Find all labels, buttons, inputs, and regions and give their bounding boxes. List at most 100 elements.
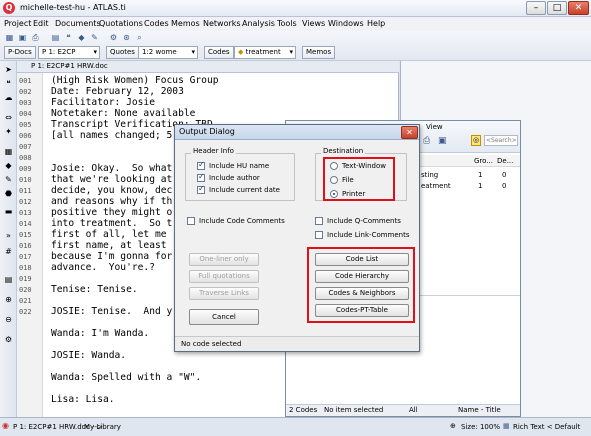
column-grounded[interactable]: Gro... (474, 157, 493, 165)
view-toggle-icon[interactable]: ▣ (438, 136, 447, 146)
close-button[interactable]: ✕ (568, 1, 589, 15)
document-icon[interactable]: ▤ (3, 275, 14, 285)
quotes-button[interactable]: Quotes (106, 46, 139, 59)
column-density[interactable]: De... (497, 157, 513, 165)
pdocs-select[interactable]: P 1: E2CP ▾ (38, 46, 100, 59)
quotes-select[interactable]: 1:2 wome ▾ (138, 46, 198, 59)
include-q-comments-checkbox[interactable] (315, 217, 323, 225)
full-quotations-button[interactable]: Full quotations (189, 270, 259, 283)
traverse-links-button[interactable]: Traverse Links (189, 287, 259, 300)
numbers-icon[interactable]: # (3, 247, 14, 257)
menu-analysis[interactable]: Analysis (242, 19, 275, 28)
document-line: JOSIE: Wanda. (51, 350, 127, 361)
zoom-icon[interactable]: ⊕ (3, 295, 14, 305)
include-author-checkbox[interactable] (197, 172, 205, 182)
new-icon[interactable]: ▦ (4, 33, 15, 43)
list-icon[interactable]: ▦ (3, 147, 14, 157)
zoom-out-icon[interactable]: ⊖ (3, 315, 14, 325)
minimize-button[interactable]: – (526, 1, 546, 15)
code-row-name[interactable]: eatment (421, 182, 451, 190)
code-row-grounded: 1 (478, 171, 483, 179)
menu-views[interactable]: Views (302, 19, 325, 28)
print-icon[interactable]: ⎙ (423, 136, 430, 146)
codes-button[interactable]: Codes (204, 46, 234, 59)
search-icon[interactable]: ⌕ (134, 33, 145, 43)
code-icon[interactable]: ◆ (76, 33, 87, 43)
dialog-status-bar: No code selected (175, 336, 419, 351)
quote-icon[interactable]: ❝ (63, 33, 74, 43)
menu-project[interactable]: Project (4, 19, 31, 28)
printer-radio[interactable] (330, 190, 338, 198)
menu-documents[interactable]: Documents (55, 19, 101, 28)
menu-edit[interactable]: Edit (33, 19, 49, 28)
save-icon[interactable]: ▣ (17, 33, 28, 43)
memo-icon[interactable]: ✎ (89, 33, 100, 43)
menu-memos[interactable]: Memos (171, 19, 200, 28)
query-icon[interactable]: ⊛ (121, 33, 132, 43)
atlas-ti-logo-icon: Q (3, 2, 15, 14)
search-input[interactable]: <Search> (484, 135, 518, 146)
one-liner-only-button[interactable]: One-liner only (189, 253, 259, 266)
include-link-comments-checkbox[interactable] (315, 231, 323, 239)
sort-status: Name - Title (458, 406, 501, 414)
code-list-button[interactable]: Code List (315, 253, 409, 266)
pointer-icon[interactable]: ➤ (3, 65, 14, 75)
menu-quotations[interactable]: Quotations (99, 19, 143, 28)
pdocs-button[interactable]: P-Docs (4, 46, 36, 59)
stop-icon[interactable]: ⬣ (3, 189, 14, 199)
document-line: that we're looking at (51, 174, 173, 185)
expand-icon[interactable]: » (3, 231, 14, 241)
dialog-title: Output Dialog (175, 125, 419, 140)
document-line: Wanda: Spelled with a "W". (51, 372, 202, 383)
include-current-date-checkbox[interactable] (197, 184, 205, 194)
include-code-comments-label: Include Code Comments (199, 217, 285, 225)
code-hierarchy-button[interactable]: Code Hierarchy (315, 270, 409, 283)
memos-button[interactable]: Memos (302, 46, 336, 59)
file-label: File (342, 176, 354, 184)
include-author-label: Include author (209, 174, 260, 182)
menu-codes[interactable]: Codes (144, 19, 169, 28)
view-menu[interactable]: View (426, 123, 443, 131)
in-vivo-icon[interactable]: ✦ (3, 127, 14, 137)
document-line: positive they might o (51, 207, 173, 218)
header-info-legend: Header Info (191, 147, 236, 155)
menu-networks[interactable]: Networks (203, 19, 241, 28)
codes-pt-table-button[interactable]: Codes-PT-Table (315, 304, 409, 317)
include-code-comments-checkbox[interactable] (187, 217, 195, 225)
maximize-button[interactable]: □ (547, 1, 567, 15)
file-radio[interactable] (330, 176, 338, 184)
settings-icon[interactable]: ⚙ (3, 335, 14, 345)
code-link-icon[interactable]: ⇔ (3, 113, 14, 123)
filter-icon[interactable]: ◎ (471, 135, 481, 146)
code-row-density: 0 (502, 182, 507, 190)
document-line: into treatment. So t (51, 218, 173, 229)
codes-neighbors-button[interactable]: Codes & Neighbors (315, 287, 409, 300)
cancel-button[interactable]: Cancel (189, 309, 259, 325)
code-row-density: 0 (502, 171, 507, 179)
network-icon[interactable]: ⚙ (108, 33, 119, 43)
document-line: first name, at least (51, 240, 167, 251)
codes-select[interactable]: ◆ treatment ▾ (234, 46, 296, 59)
window-title: michelle-test-hu - ATLAS.ti (20, 3, 126, 12)
document-line: Tenise: Tenise. (51, 284, 138, 295)
memo-icon[interactable]: ✎ (3, 175, 14, 185)
include-hu-name-checkbox[interactable] (197, 160, 205, 170)
speech-icon[interactable]: ☁ (3, 93, 14, 103)
menu-tools[interactable]: Tools (277, 19, 297, 28)
quote-icon[interactable]: ❝ (3, 79, 14, 89)
print-icon[interactable]: ⎙ (30, 33, 41, 43)
text-window-radio[interactable] (330, 162, 338, 170)
code-row-name[interactable]: sting (421, 171, 438, 179)
document-icon[interactable]: ▤ (50, 33, 61, 43)
document-line: Josie: Okay. So what (51, 163, 173, 174)
dialog-close-button[interactable]: ✕ (401, 126, 418, 139)
document-header: P 1: E2CP#1 HRW.doc (17, 61, 399, 73)
menu-help[interactable]: Help (367, 19, 385, 28)
menu-bar: Project Edit Documents Quotations Codes … (0, 17, 591, 31)
include-current-date-label: Include current date (209, 186, 280, 194)
printer-label: Printer (342, 190, 366, 198)
code-icon[interactable]: ◆ (3, 161, 14, 171)
mark-icon[interactable]: ▬ (3, 207, 14, 217)
menu-windows[interactable]: Windows (328, 19, 364, 28)
text-window-label: Text-Window (342, 162, 386, 170)
